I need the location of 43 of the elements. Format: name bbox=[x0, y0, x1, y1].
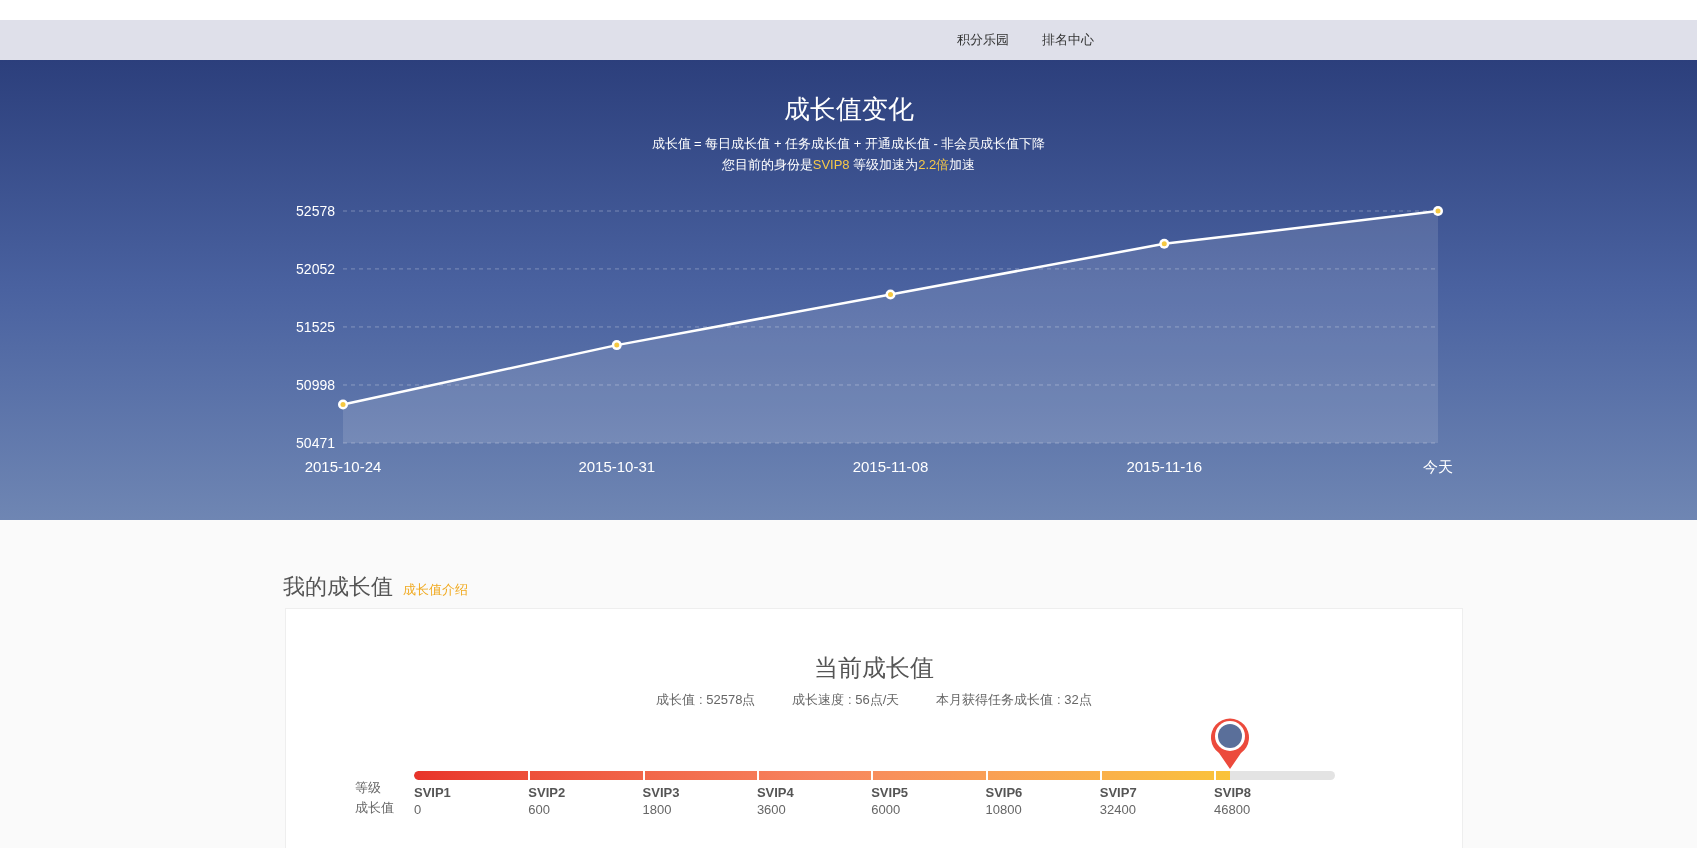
axis-label: 2015-10-24 bbox=[304, 458, 382, 475]
axis-label: 50471 bbox=[296, 435, 335, 451]
level-value: 32400 bbox=[1099, 802, 1136, 818]
section-heading: 我的成长值 bbox=[283, 573, 393, 601]
nav-link[interactable]: 积分乐园 bbox=[957, 30, 1009, 50]
data-point bbox=[338, 399, 348, 410]
status-text: 您目前的身份是SVIP8 等级加速为2.2倍加速 bbox=[720, 156, 977, 174]
level-name: SVIP6 bbox=[985, 784, 1023, 802]
row-label: 等级 bbox=[355, 779, 382, 797]
nav-link[interactable]: 排名中心 bbox=[1042, 30, 1094, 50]
level-name: SVIP7 bbox=[1099, 784, 1137, 802]
axis-label: 2015-11-08 bbox=[852, 458, 929, 475]
level-value: 0 bbox=[414, 802, 422, 818]
level-name: SVIP3 bbox=[642, 784, 680, 802]
axis-label: 2015-10-31 bbox=[578, 458, 656, 475]
level-value: 3600 bbox=[756, 802, 786, 818]
level-name: SVIP1 bbox=[414, 784, 451, 802]
axis-label: 50998 bbox=[296, 376, 335, 393]
level-value: 600 bbox=[528, 802, 550, 818]
hero-title: 成长值变化 bbox=[782, 93, 915, 126]
data-point bbox=[1159, 238, 1170, 249]
stat-text: 成长速度 : 56点/天 bbox=[792, 691, 900, 709]
axis-label: 今天 bbox=[1423, 458, 1453, 475]
level-value: 10800 bbox=[985, 802, 1022, 818]
data-point bbox=[885, 289, 896, 300]
data-point bbox=[611, 340, 622, 351]
level-name: SVIP5 bbox=[871, 784, 909, 802]
level-name: SVIP4 bbox=[756, 784, 794, 802]
card-title: 当前成长值 bbox=[814, 653, 934, 683]
level-value: 6000 bbox=[871, 802, 901, 818]
formula-text: 成长值 = 每日成长值 + 任务成长值 + 开通成长值 - 非会员成长值下降 bbox=[650, 135, 1047, 153]
level-name: SVIP2 bbox=[528, 784, 566, 802]
axis-label: 51525 bbox=[296, 318, 335, 335]
data-point bbox=[1433, 206, 1443, 216]
level-value: 1800 bbox=[642, 802, 672, 818]
row-label: 成长值 bbox=[355, 799, 395, 817]
axis-label: 2015-11-16 bbox=[1126, 458, 1203, 475]
stat-text: 成长值 : 52578点 bbox=[656, 691, 756, 709]
level-value: 46800 bbox=[1214, 802, 1251, 818]
axis-label: 52052 bbox=[296, 260, 335, 277]
axis-label: 52578 bbox=[296, 203, 335, 219]
level-name: SVIP8 bbox=[1214, 784, 1251, 802]
stat-text: 本月获得任务成长值 : 32点 bbox=[936, 691, 1092, 709]
